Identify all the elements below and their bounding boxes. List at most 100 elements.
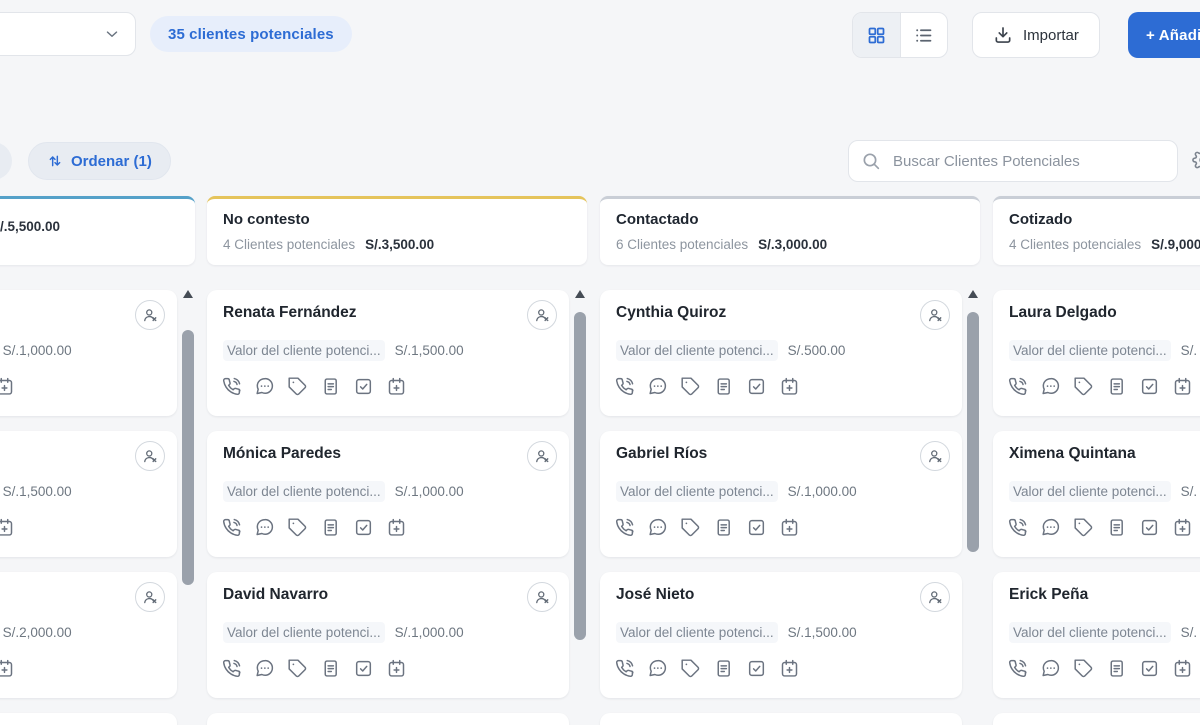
- chat-icon[interactable]: [254, 517, 275, 538]
- chat-icon[interactable]: [254, 376, 275, 397]
- calendar-plus-icon[interactable]: [779, 376, 800, 397]
- tag-icon[interactable]: [1073, 517, 1094, 538]
- note-icon[interactable]: [713, 376, 734, 397]
- lead-card-partial[interactable]: [993, 713, 1200, 725]
- note-icon[interactable]: [320, 376, 341, 397]
- calendar-plus-icon[interactable]: [779, 658, 800, 679]
- board-view-button[interactable]: [853, 13, 901, 57]
- scroll-up-icon[interactable]: [183, 290, 193, 298]
- owner-button[interactable]: [920, 300, 950, 330]
- list-view-button[interactable]: [901, 13, 948, 57]
- chat-icon[interactable]: [647, 376, 668, 397]
- task-icon[interactable]: [353, 658, 374, 679]
- phone-icon[interactable]: [221, 658, 242, 679]
- lead-card-partial[interactable]: [207, 713, 569, 725]
- note-icon[interactable]: [320, 658, 341, 679]
- phone-icon[interactable]: [1007, 658, 1028, 679]
- lead-card[interactable]: David Navarro Valor del cliente potenci.…: [207, 572, 569, 698]
- tag-icon[interactable]: [1073, 658, 1094, 679]
- calendar-plus-icon[interactable]: [386, 517, 407, 538]
- chat-icon[interactable]: [254, 658, 275, 679]
- phone-icon[interactable]: [221, 376, 242, 397]
- chevron-down-icon: [103, 25, 121, 43]
- scroll-up-icon[interactable]: [575, 290, 585, 298]
- add-lead-button[interactable]: + Añadir: [1128, 12, 1200, 58]
- lead-card[interactable]: Laura Delgado Valor del cliente potenci.…: [993, 290, 1200, 416]
- note-icon[interactable]: [1106, 658, 1127, 679]
- scrollbar-thumb[interactable]: [182, 330, 194, 585]
- owner-button[interactable]: [135, 582, 165, 612]
- task-icon[interactable]: [746, 658, 767, 679]
- lead-card-partial[interactable]: [600, 713, 962, 725]
- tag-icon[interactable]: [680, 658, 701, 679]
- task-icon[interactable]: [746, 517, 767, 538]
- lead-value: S/.1,000.00: [787, 484, 857, 499]
- note-icon[interactable]: [1106, 517, 1127, 538]
- note-icon[interactable]: [1106, 376, 1127, 397]
- owner-button[interactable]: [527, 300, 557, 330]
- calendar-plus-icon[interactable]: [0, 658, 15, 679]
- calendar-plus-icon[interactable]: [386, 658, 407, 679]
- chat-icon[interactable]: [1040, 376, 1061, 397]
- lead-card[interactable]: Renata Fernández Valor del cliente poten…: [207, 290, 569, 416]
- task-icon[interactable]: [1139, 658, 1160, 679]
- owner-button[interactable]: [527, 582, 557, 612]
- lead-card[interactable]: Ximena Quintana Valor del cliente potenc…: [993, 431, 1200, 557]
- scrollbar-thumb[interactable]: [574, 312, 586, 640]
- filter-pill-partial[interactable]: [0, 142, 12, 180]
- phone-icon[interactable]: [1007, 376, 1028, 397]
- lead-card-partial[interactable]: [0, 713, 177, 725]
- note-icon[interactable]: [713, 517, 734, 538]
- settings-icon-partial[interactable]: [1192, 149, 1200, 171]
- note-icon[interactable]: [713, 658, 734, 679]
- phone-icon[interactable]: [614, 517, 635, 538]
- calendar-plus-icon[interactable]: [1172, 376, 1193, 397]
- phone-icon[interactable]: [221, 517, 242, 538]
- lead-card[interactable]: Cynthia Quiroz Valor del cliente potenci…: [600, 290, 962, 416]
- tag-icon[interactable]: [1073, 376, 1094, 397]
- calendar-plus-icon[interactable]: [386, 376, 407, 397]
- task-icon[interactable]: [746, 376, 767, 397]
- import-button[interactable]: Importar: [972, 12, 1100, 58]
- tag-icon[interactable]: [680, 376, 701, 397]
- task-icon[interactable]: [1139, 517, 1160, 538]
- tag-icon[interactable]: [287, 658, 308, 679]
- calendar-plus-icon[interactable]: [1172, 658, 1193, 679]
- chat-icon[interactable]: [1040, 658, 1061, 679]
- phone-icon[interactable]: [614, 376, 635, 397]
- owner-button[interactable]: [135, 300, 165, 330]
- chat-icon[interactable]: [647, 658, 668, 679]
- task-icon[interactable]: [353, 376, 374, 397]
- lead-card[interactable]: Erick Peña Valor del cliente potenci... …: [993, 572, 1200, 698]
- task-icon[interactable]: [1139, 376, 1160, 397]
- pipeline-select[interactable]: [0, 12, 136, 56]
- phone-icon[interactable]: [1007, 517, 1028, 538]
- tag-icon[interactable]: [287, 376, 308, 397]
- lead-value: S/.2,000.00: [2, 625, 72, 640]
- search-input[interactable]: [891, 151, 1165, 171]
- tag-icon[interactable]: [287, 517, 308, 538]
- owner-button[interactable]: [920, 441, 950, 471]
- owner-button[interactable]: [920, 582, 950, 612]
- note-icon[interactable]: [320, 517, 341, 538]
- lead-card[interactable]: Mónica Paredes Valor del cliente potenci…: [207, 431, 569, 557]
- lead-card[interactable]: José Nieto Valor del cliente potenci... …: [600, 572, 962, 698]
- chat-icon[interactable]: [1040, 517, 1061, 538]
- scroll-up-icon[interactable]: [968, 290, 978, 298]
- lead-card[interactable]: Valor del cliente potenci... S/.2,000.00: [0, 572, 177, 698]
- task-icon[interactable]: [353, 517, 374, 538]
- owner-button[interactable]: [135, 441, 165, 471]
- lead-card[interactable]: Valor del cliente potenci... S/.1,500.00: [0, 431, 177, 557]
- phone-icon[interactable]: [614, 658, 635, 679]
- lead-card[interactable]: Valor del cliente potenci... S/.1,000.00: [0, 290, 177, 416]
- sort-button[interactable]: Ordenar (1): [28, 142, 171, 180]
- calendar-plus-icon[interactable]: [0, 376, 15, 397]
- calendar-plus-icon[interactable]: [779, 517, 800, 538]
- scrollbar-thumb[interactable]: [967, 312, 979, 552]
- lead-card[interactable]: Gabriel Ríos Valor del cliente potenci..…: [600, 431, 962, 557]
- tag-icon[interactable]: [680, 517, 701, 538]
- chat-icon[interactable]: [647, 517, 668, 538]
- owner-button[interactable]: [527, 441, 557, 471]
- calendar-plus-icon[interactable]: [1172, 517, 1193, 538]
- calendar-plus-icon[interactable]: [0, 517, 15, 538]
